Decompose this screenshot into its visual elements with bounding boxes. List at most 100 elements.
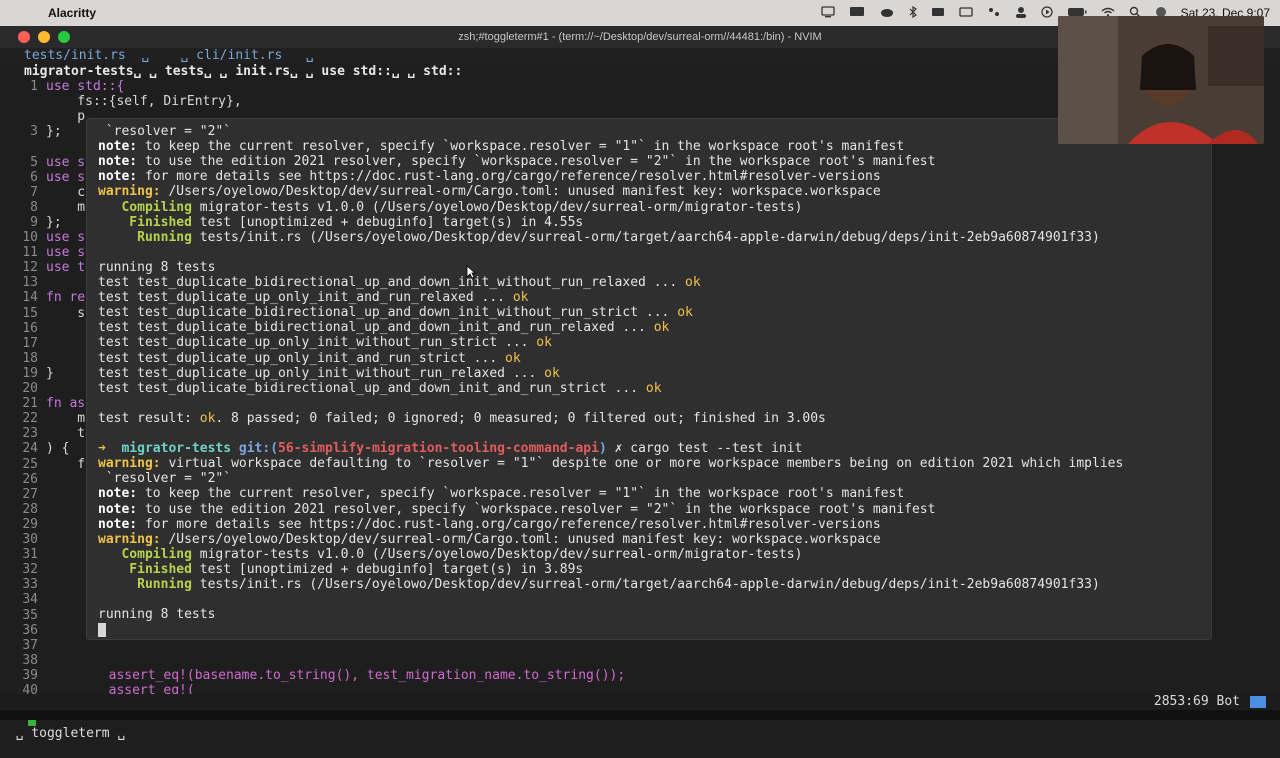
- code-line[interactable]: 16: [0, 321, 46, 336]
- cast-icon[interactable]: [849, 6, 865, 21]
- code-line[interactable]: 27: [0, 487, 46, 502]
- terminal-line-text: running 8 tests: [98, 259, 216, 275]
- code-line[interactable]: 26: [0, 472, 46, 487]
- control-center-icon[interactable]: [987, 6, 1001, 20]
- toggleterm-float-window[interactable]: `resolver = "2"` note: to keep the curren…: [86, 118, 1212, 640]
- code-line[interactable]: 17: [0, 336, 46, 351]
- line-number: 35: [22, 607, 38, 623]
- line-number: 3: [30, 124, 38, 140]
- prompt-git-close: ): [598, 441, 607, 457]
- code-line[interactable]: p: [0, 109, 85, 124]
- code-text: use s: [46, 245, 86, 261]
- line-number: 29: [22, 516, 38, 532]
- terminal-line-label: Compiling: [98, 199, 192, 215]
- test-ok-status: ok: [505, 350, 521, 366]
- line-number: 5: [30, 154, 38, 170]
- code-line[interactable]: 20: [0, 381, 46, 396]
- terminal-line: note: to keep the current resolver, spec…: [98, 486, 904, 501]
- line-number: 16: [22, 320, 38, 336]
- code-line[interactable]: 24) {: [0, 441, 69, 456]
- app-name[interactable]: Alacritty: [48, 6, 96, 20]
- code-line[interactable]: 6 use s: [0, 170, 85, 185]
- cloud-icon[interactable]: [879, 6, 895, 21]
- code-line[interactable]: 10 use s: [0, 230, 85, 245]
- code-line[interactable]: 5 use s: [0, 155, 85, 170]
- code-line[interactable]: 33: [0, 577, 46, 592]
- test-ok-status: ok: [512, 290, 529, 306]
- display-icon[interactable]: [820, 5, 835, 21]
- command-line[interactable]: [0, 710, 1280, 720]
- code-line[interactable]: 12 use t: [0, 260, 85, 275]
- terminal-line-label: note:: [98, 486, 138, 502]
- code-line[interactable]: 22 m: [0, 411, 85, 426]
- code-line[interactable]: 13: [0, 275, 46, 290]
- play-icon[interactable]: [1041, 5, 1053, 21]
- keyboard-icon[interactable]: [931, 6, 945, 20]
- terminal-line: `resolver = "2"`: [98, 471, 231, 486]
- terminal-line: test result: ok. 8 passed; 0 failed; 0 i…: [98, 411, 826, 426]
- code-text: use s: [46, 230, 86, 245]
- code-line[interactable]: 29: [0, 517, 46, 532]
- window-icon[interactable]: [958, 6, 973, 20]
- line-number: 31: [22, 547, 38, 563]
- terminal-line-text: test test_duplicate_up_only_init_without…: [98, 365, 545, 381]
- code-line[interactable]: 35: [0, 608, 46, 623]
- code-line[interactable]: 23 t: [0, 426, 85, 441]
- terminal-cursor-line[interactable]: [98, 622, 106, 637]
- code-line[interactable]: fs::{self, DirEntry},: [0, 94, 242, 110]
- code-line[interactable]: 8 m: [0, 200, 85, 215]
- code-text: use s: [46, 169, 86, 185]
- code-line[interactable]: 32: [0, 562, 46, 577]
- code-line[interactable]: 11 use s: [0, 245, 85, 260]
- code-line[interactable]: 9};: [0, 214, 61, 230]
- line-number: 9: [30, 214, 38, 230]
- code-line[interactable]: [0, 139, 46, 154]
- line-number: 30: [22, 532, 38, 547]
- zoom-window-button[interactable]: [58, 31, 70, 43]
- terminal-line: test test_duplicate_bidirectional_up_and…: [98, 305, 693, 320]
- code-text: c: [46, 184, 86, 200]
- terminal-line: note: for more details see https://doc.r…: [98, 517, 881, 532]
- code-line[interactable]: 1 use std::{: [0, 79, 124, 94]
- terminal-line: test test_duplicate_up_only_init_and_run…: [98, 351, 521, 366]
- bluetooth-icon[interactable]: [909, 5, 917, 21]
- code-line[interactable]: 28: [0, 502, 46, 517]
- terminal-line: test test_duplicate_bidirectional_up_and…: [98, 381, 662, 396]
- terminal-line-label: note:: [98, 516, 138, 532]
- code-text: use t: [46, 260, 86, 276]
- terminal-line: test test_duplicate_bidirectional_up_and…: [98, 320, 669, 335]
- code-line[interactable]: 34: [0, 592, 46, 607]
- terminal-line-text: for more details see https://doc.rust-la…: [137, 516, 881, 532]
- line-number: 24: [22, 441, 38, 457]
- user-icon[interactable]: [1015, 6, 1027, 21]
- code-line[interactable]: 25 f: [0, 457, 85, 472]
- code-line[interactable]: 30: [0, 532, 46, 547]
- cursor-position: 2853:69 Bot: [1153, 694, 1240, 709]
- code-line[interactable]: 39 assert_eq!(basename.to_string(), test…: [0, 668, 625, 683]
- code-line[interactable]: 38: [0, 653, 46, 668]
- terminal-line-text: test test_duplicate_up_only_init_and_run…: [98, 350, 505, 366]
- terminal-line-text: to keep the current resolver, specify `w…: [137, 139, 905, 155]
- line-number: 19: [22, 365, 38, 381]
- line-number: 32: [22, 562, 38, 578]
- code-line[interactable]: 19}: [0, 365, 53, 381]
- terminal-line-text: to use the edition 2021 resolver, specif…: [137, 154, 936, 170]
- line-number: 15: [22, 305, 38, 321]
- terminal-line-label: note:: [98, 139, 138, 155]
- code-line[interactable]: 37: [0, 638, 46, 653]
- terminal-line-text: test test_duplicate_bidirectional_up_and…: [98, 275, 685, 290]
- line-number: 10: [22, 230, 38, 245]
- line-number: 21: [22, 396, 38, 412]
- code-line[interactable]: 14 fn re: [0, 290, 85, 305]
- code-line[interactable]: 21 fn as: [0, 396, 85, 411]
- close-window-button[interactable]: [18, 31, 30, 43]
- code-line[interactable]: 3};: [0, 124, 61, 140]
- minimize-window-button[interactable]: [38, 31, 50, 43]
- code-line[interactable]: 36: [0, 623, 46, 638]
- code-line[interactable]: 15 s: [0, 306, 85, 321]
- terminal-line: Compiling migrator-tests v1.0.0 (/Users/…: [98, 547, 802, 562]
- code-line[interactable]: 18: [0, 351, 46, 366]
- code-text: fs::{self, DirEntry},: [46, 94, 242, 110]
- code-line[interactable]: 7 c: [0, 185, 85, 200]
- code-line[interactable]: 31: [0, 547, 46, 562]
